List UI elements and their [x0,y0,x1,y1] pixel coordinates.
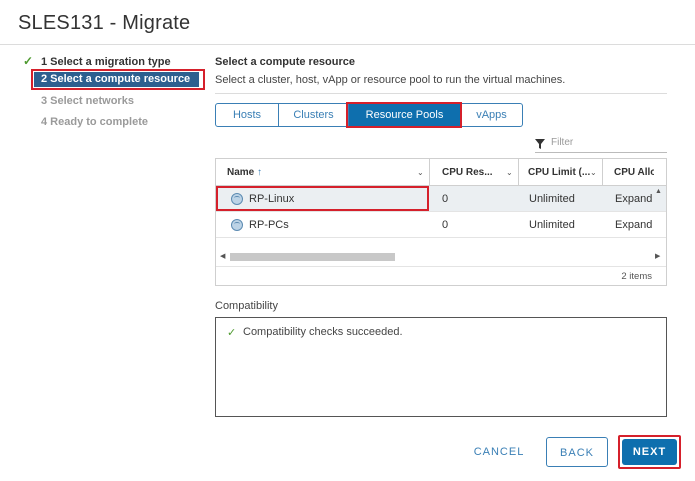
row-cpu-limit: Unlimited [529,219,575,231]
filter-placeholder: Filter [551,137,574,148]
scrollbar-thumb[interactable] [230,253,395,261]
grid-footer: 2 items [216,266,666,286]
back-button[interactable]: BACK [546,437,608,467]
tab-highlight [346,102,462,128]
row-cpu-limit: Unlimited [529,193,575,205]
column-divider [429,159,430,186]
row-cpu-reservation: 0 [442,193,449,205]
column-name[interactable]: Name ↑ [227,159,417,186]
dialog-title: SLES131 - Migrate [18,12,191,34]
filter-icon [535,139,545,149]
tab-hosts[interactable]: Hosts [215,103,279,127]
step-1-label: 1 Select a migration type [41,56,171,68]
row-cpu-allocation: Expand [615,219,653,231]
column-cpu-allocation[interactable]: CPU Allo [614,159,654,186]
chevron-down-icon[interactable]: ⌄ [506,159,513,186]
section-divider [215,93,667,94]
sort-up-icon: ↑ [257,167,263,178]
section-description: Select a cluster, host, vApp or resource… [215,74,566,86]
compatibility-panel: ✓ Compatibility checks succeeded. [215,317,667,417]
row-name: RP-PCs [249,219,289,231]
check-icon: ✓ [23,54,34,68]
tab-vapps[interactable]: vApps [461,103,523,127]
scroll-right-icon[interactable]: ▶ [655,252,660,260]
compatibility-label: Compatibility [215,300,278,312]
column-divider [518,159,519,186]
check-icon: ✓ [227,327,237,339]
row-cpu-allocation: Expand [615,193,653,205]
tab-clusters[interactable]: Clusters [279,103,349,127]
title-divider [0,44,695,45]
cancel-button[interactable]: CANCEL [466,437,532,467]
horizontal-scrollbar[interactable]: ◀ ▶ [215,250,667,264]
step-3: 3 Select networks [41,95,134,107]
chevron-down-icon[interactable]: ⌄ [590,159,597,186]
table-row[interactable]: RP-PCs 0 Unlimited Expand [216,212,666,238]
item-count: 2 items [621,271,652,282]
section-title: Select a compute resource [215,56,356,68]
scroll-up-icon[interactable]: ▲ [655,188,662,195]
column-name-label: Name [227,167,255,178]
row-cpu-reservation: 0 [442,219,449,231]
step-2-highlight [31,69,205,90]
compatibility-message: Compatibility checks succeeded. [243,326,403,338]
scroll-left-icon[interactable]: ◀ [220,252,225,260]
step-4: 4 Ready to complete [41,116,148,128]
chevron-down-icon[interactable]: ⌄ [417,159,424,186]
row-highlight [216,186,429,211]
column-divider [602,159,603,186]
column-cpu-limit[interactable]: CPU Limit (... [528,159,590,186]
filter-input[interactable]: Filter [535,137,667,153]
grid-header: Name ↑ ⌄ CPU Res... ⌄ CPU Limit (... ⌄ C… [216,159,666,186]
migrate-dialog: SLES131 - Migrate ✓ 1 Select a migration… [0,0,695,481]
resource-pool-icon [231,219,243,231]
column-cpu-reservation[interactable]: CPU Res... [442,159,498,186]
next-highlight [618,435,681,469]
